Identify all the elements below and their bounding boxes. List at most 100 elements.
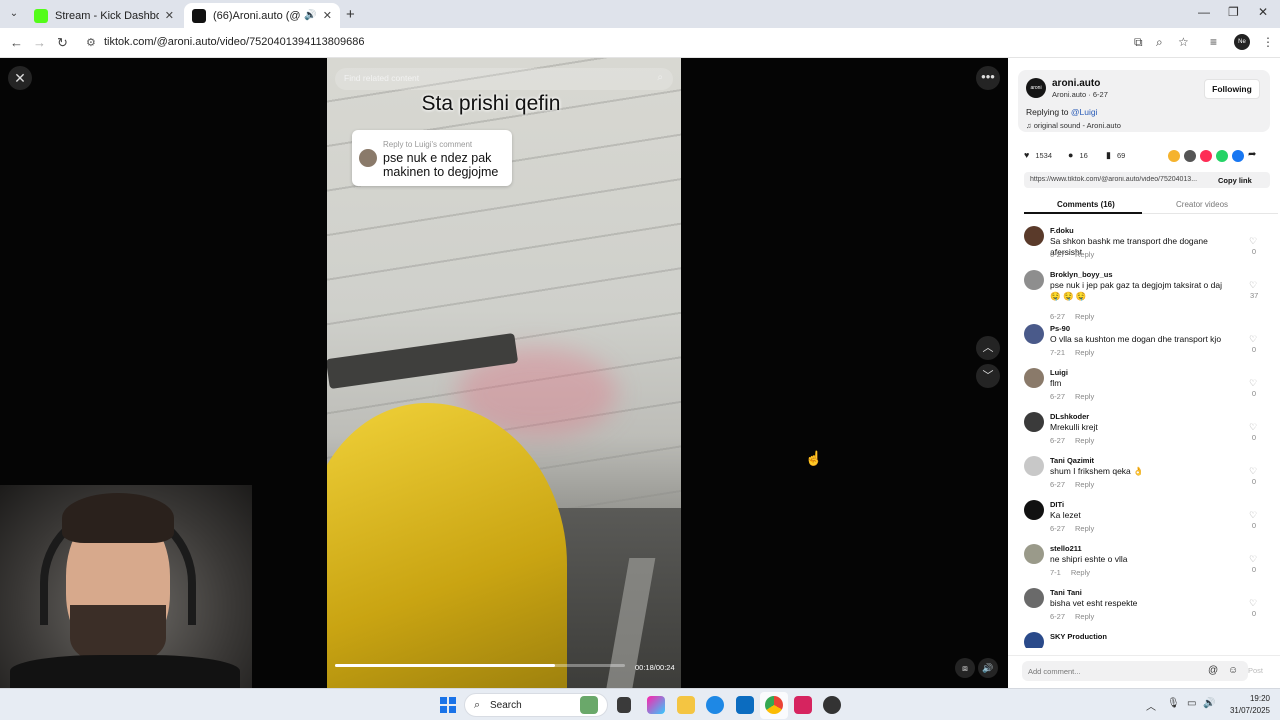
comment-avatar[interactable]: [1024, 324, 1044, 344]
sound-link[interactable]: ♫ original sound - Aroni.auto: [1026, 121, 1121, 130]
comment-username[interactable]: Ps-90: [1050, 324, 1070, 333]
comment-like-heart-icon[interactable]: ♡: [1249, 422, 1257, 433]
comment-like-heart-icon[interactable]: ♡: [1249, 280, 1257, 291]
minimize-icon[interactable]: —: [1198, 5, 1210, 19]
comment-reply-button[interactable]: Reply: [1075, 480, 1094, 489]
search-icon[interactable]: ⌕: [657, 72, 663, 83]
taskbar-clock[interactable]: 19:20 31/07/2025: [1224, 693, 1270, 717]
embed-icon[interactable]: [1184, 150, 1196, 162]
comment-like-heart-icon[interactable]: ♡: [1249, 598, 1257, 609]
comment-like-heart-icon[interactable]: ♡: [1249, 510, 1257, 521]
comment-avatar[interactable]: [1024, 544, 1044, 564]
previous-video-button[interactable]: ︿: [976, 336, 1000, 360]
facebook-icon[interactable]: [1232, 150, 1244, 162]
cast-icon[interactable]: ⧉: [1134, 35, 1143, 50]
picture-in-picture-button[interactable]: ⧈: [955, 658, 975, 678]
close-video-button[interactable]: ✕: [8, 66, 32, 90]
comment-avatar[interactable]: [1024, 270, 1044, 290]
comment-like-heart-icon[interactable]: ♡: [1249, 554, 1257, 565]
comment-reply-button[interactable]: Reply: [1075, 392, 1094, 401]
video-link-text[interactable]: https://www.tiktok.com/@aroni.auto/video…: [1030, 176, 1208, 183]
taskbar-copilot-icon[interactable]: [647, 696, 665, 714]
repost-icon[interactable]: [1168, 150, 1180, 162]
taskbar-app-red-icon[interactable]: [794, 696, 812, 714]
comment-username[interactable]: Luigi: [1050, 368, 1068, 377]
comment-reply-button[interactable]: Reply: [1075, 312, 1094, 321]
comment-avatar[interactable]: [1024, 456, 1044, 476]
taskbar-edge-icon[interactable]: [706, 696, 724, 714]
whatsapp-icon[interactable]: [1216, 150, 1228, 162]
back-arrow-icon[interactable]: ←: [10, 35, 23, 50]
tab-tiktok[interactable]: (66)Aroni.auto (@aroni.auto 🔊 ✕: [184, 3, 340, 28]
replying-mention-link[interactable]: @Luigi: [1071, 107, 1098, 117]
comment-list[interactable]: F.doku Sa shkon bashk me transport dhe do…: [1008, 222, 1280, 648]
volume-icon[interactable]: 🔊: [1203, 698, 1215, 709]
comment-like-heart-icon[interactable]: ♡: [1249, 334, 1257, 345]
comment-username[interactable]: Tani Tani: [1050, 588, 1082, 597]
comment-avatar[interactable]: [1024, 632, 1044, 648]
tab-creator-videos[interactable]: Creator videos: [1176, 200, 1228, 209]
comment-stat[interactable]: ● 16: [1068, 150, 1088, 160]
like-stat[interactable]: ♥ 1534: [1024, 150, 1052, 160]
comment-like-heart-icon[interactable]: ♡: [1249, 466, 1257, 477]
comment-avatar[interactable]: [1024, 500, 1044, 520]
comment-avatar[interactable]: [1024, 368, 1044, 388]
restore-icon[interactable]: ❐: [1228, 5, 1239, 19]
profile-avatar[interactable]: Ne: [1234, 34, 1250, 50]
post-button[interactable]: Post: [1248, 666, 1263, 675]
taskbar-outlook-icon[interactable]: [736, 696, 754, 714]
comment-username[interactable]: DITi: [1050, 500, 1064, 509]
windows-start-icon[interactable]: [440, 697, 456, 713]
taskbar-app-landscape-icon[interactable]: [580, 696, 598, 714]
add-comment-input[interactable]: Add comment... @ ☺: [1022, 661, 1248, 681]
comment-username[interactable]: F.doku: [1050, 226, 1074, 235]
url-field[interactable]: tiktok.com/@aroni.auto/video/75204013941…: [104, 36, 365, 48]
microphone-icon[interactable]: 🎙: [1167, 698, 1180, 709]
taskbar-file-explorer-icon[interactable]: [677, 696, 695, 714]
bookmark-star-icon[interactable]: ☆: [1178, 35, 1189, 49]
comment-like-heart-icon[interactable]: ♡: [1249, 236, 1257, 247]
kebab-menu-icon[interactable]: ⋮: [1262, 35, 1274, 49]
comment-reply-button[interactable]: Reply: [1075, 250, 1094, 259]
comment-avatar[interactable]: [1024, 226, 1044, 246]
creator-name[interactable]: aroni.auto: [1052, 78, 1100, 89]
window-close-icon[interactable]: ✕: [1258, 5, 1268, 19]
zoom-icon[interactable]: ⌕: [1156, 35, 1163, 50]
video-progress-bar[interactable]: [335, 664, 625, 667]
comment-reply-button[interactable]: Reply: [1075, 436, 1094, 445]
tab-kick-dashboard[interactable]: Stream - Kick Dashboard ✕: [26, 3, 182, 28]
next-video-button[interactable]: ﹀: [976, 364, 1000, 388]
media-control-icon[interactable]: ≡: [1210, 35, 1217, 49]
video-player[interactable]: Find related content ⌕ Sta prishi qefin …: [327, 58, 681, 688]
creator-avatar[interactable]: aroni: [1026, 78, 1046, 98]
find-related-search[interactable]: Find related content ⌕: [335, 68, 673, 90]
comment-username[interactable]: SKY Production: [1050, 632, 1107, 641]
comment-username[interactable]: Tani Qazimit: [1050, 456, 1094, 465]
site-info-icon[interactable]: ⚙: [86, 36, 96, 49]
mention-at-icon[interactable]: @: [1208, 665, 1218, 676]
send-to-friends-icon[interactable]: [1200, 150, 1212, 162]
emoji-icon[interactable]: ☺: [1228, 665, 1238, 676]
volume-button[interactable]: 🔊: [978, 658, 998, 678]
comment-reply-button[interactable]: Reply: [1071, 568, 1090, 577]
taskbar-obs-icon[interactable]: [823, 696, 841, 714]
comment-reply-button[interactable]: Reply: [1075, 612, 1094, 621]
share-arrow-icon[interactable]: ➦: [1248, 149, 1256, 160]
forward-arrow-icon[interactable]: →: [33, 35, 46, 50]
comment-like-heart-icon[interactable]: ♡: [1249, 378, 1257, 389]
copy-link-button[interactable]: Copy link: [1218, 176, 1252, 185]
tab-close-icon[interactable]: ✕: [323, 9, 332, 22]
network-icon[interactable]: ▭: [1187, 698, 1196, 709]
speaker-icon[interactable]: 🔊: [304, 10, 316, 21]
tab-search-chevron-icon[interactable]: ⌄: [6, 6, 22, 22]
comment-avatar[interactable]: [1024, 588, 1044, 608]
reload-icon[interactable]: ↻: [57, 35, 68, 51]
tab-comments[interactable]: Comments (16): [1057, 200, 1115, 209]
following-button[interactable]: Following: [1204, 79, 1260, 99]
comment-reply-button[interactable]: Reply: [1075, 524, 1094, 533]
new-tab-plus-icon[interactable]: +: [346, 6, 355, 23]
comment-avatar[interactable]: [1024, 412, 1044, 432]
more-options-button[interactable]: •••: [976, 66, 1000, 90]
comment-username[interactable]: DLshkoder: [1050, 412, 1089, 421]
taskbar-chrome-icon[interactable]: [765, 696, 783, 714]
